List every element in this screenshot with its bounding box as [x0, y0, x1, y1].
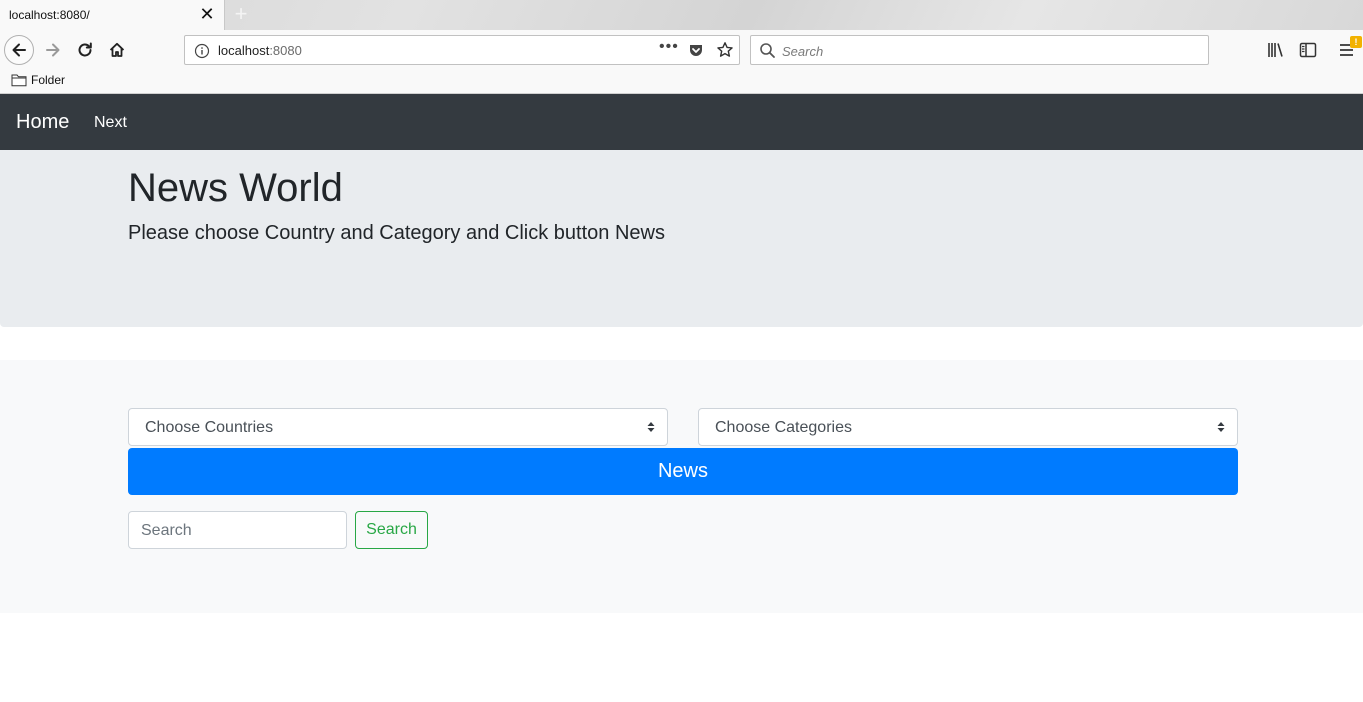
search-icon: [760, 43, 775, 58]
reload-button[interactable]: [70, 35, 100, 65]
sidebar-icon[interactable]: [1298, 40, 1318, 60]
browser-tab[interactable]: localhost:8080/ ✕: [0, 0, 225, 30]
tab-title: localhost:8080/: [9, 8, 90, 22]
home-icon: [109, 42, 125, 57]
url-bar[interactable]: localhost:8080 •••: [184, 35, 740, 65]
country-select[interactable]: Choose Countries: [128, 408, 668, 446]
bookmarks-toolbar: Folder: [0, 70, 1363, 94]
country-select-value: Choose Countries: [145, 419, 274, 436]
reload-icon: [78, 42, 92, 57]
jumbotron: News World Please choose Country and Cat…: [0, 150, 1363, 327]
page-title: News World: [128, 166, 343, 210]
folder-icon: [11, 74, 27, 87]
bookmark-folder-label: Folder: [31, 73, 66, 87]
new-tab-icon[interactable]: +: [231, 3, 251, 25]
pocket-icon[interactable]: [688, 42, 704, 58]
site-navbar: Home Next: [0, 94, 1363, 150]
library-icon[interactable]: [1266, 40, 1286, 60]
news-button[interactable]: News: [128, 448, 1238, 495]
bookmark-folder[interactable]: Folder: [11, 73, 65, 87]
url-text: localhost:8080: [218, 43, 302, 58]
browser-search-bar[interactable]: Search: [750, 35, 1209, 65]
page-lead-text: Please choose Country and Category and C…: [128, 222, 665, 244]
star-icon[interactable]: [716, 41, 734, 59]
browser-search-placeholder: Search: [782, 44, 824, 59]
select-caret-icon: [647, 422, 655, 432]
search-input-placeholder: Search: [141, 522, 192, 539]
category-select[interactable]: Choose Categories: [698, 408, 1238, 446]
forward-arrow-icon: [46, 43, 60, 57]
page-actions-more-icon[interactable]: •••: [659, 38, 679, 56]
url-port: :8080: [269, 43, 302, 58]
navbar-brand-home[interactable]: Home: [16, 111, 69, 134]
home-button[interactable]: [102, 35, 132, 65]
menu-update-badge: !: [1350, 36, 1362, 48]
select-caret-icon: [1217, 422, 1225, 432]
back-button[interactable]: [4, 35, 34, 65]
tab-close-icon[interactable]: ✕: [199, 5, 215, 23]
category-select-value: Choose Categories: [715, 419, 852, 436]
nav-link-next[interactable]: Next: [94, 114, 127, 132]
browser-toolbar: localhost:8080 ••• Search: [0, 30, 1363, 70]
url-host: localhost: [218, 43, 270, 58]
back-arrow-icon: [12, 43, 26, 57]
tab-strip: localhost:8080/ ✕ +: [0, 0, 1363, 30]
search-button[interactable]: Search: [355, 511, 428, 549]
forward-button[interactable]: [38, 35, 68, 65]
search-input[interactable]: Search: [128, 511, 347, 549]
info-icon[interactable]: [194, 43, 210, 59]
